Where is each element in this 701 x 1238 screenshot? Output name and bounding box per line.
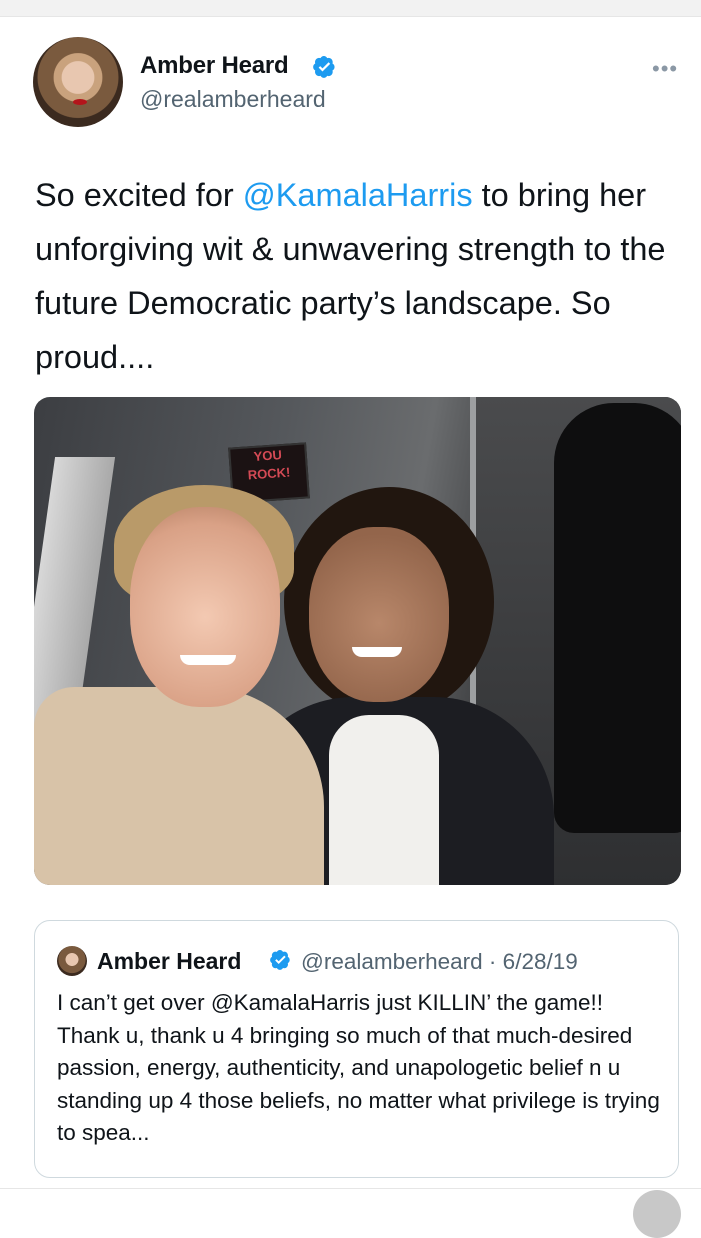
author-avatar[interactable] (33, 37, 123, 127)
mention-link[interactable]: @KamalaHarris (243, 177, 473, 213)
tweet-text: So excited for @KamalaHarris to bring he… (35, 168, 675, 384)
divider (0, 1188, 701, 1189)
quoted-tweet[interactable]: Amber Heard @realamberheard · 6/28/19 I … (34, 920, 679, 1178)
quoted-handle-date: @realamberheard · 6/28/19 (301, 949, 578, 974)
quoted-tweet-text: I can’t get over @KamalaHarris just KILL… (57, 990, 660, 1145)
tweet-text-part: So excited for (35, 177, 243, 213)
more-options-icon[interactable]: ••• (652, 56, 678, 82)
avatar-partial (633, 1190, 681, 1238)
top-bar (0, 0, 701, 17)
verified-badge-icon (313, 56, 335, 78)
author-name[interactable]: Amber Heard (140, 52, 289, 80)
sign-text-2: ROCK! (247, 464, 291, 483)
quoted-avatar (57, 946, 87, 976)
author-handle[interactable]: @realamberheard (140, 86, 326, 113)
verified-badge-icon (270, 949, 290, 970)
quoted-author-name: Amber Heard (97, 948, 242, 974)
tweet-photo[interactable]: YOU ROCK! (34, 397, 681, 885)
